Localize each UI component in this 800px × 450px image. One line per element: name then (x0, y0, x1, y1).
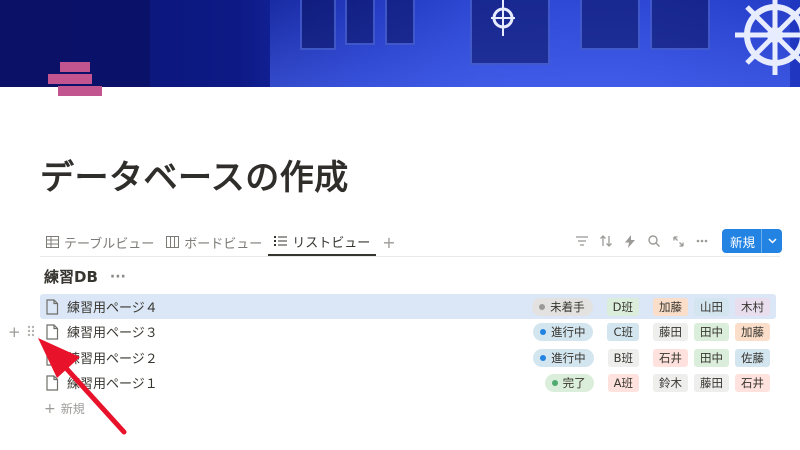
add-row-handle[interactable]: + (8, 323, 21, 341)
cover-image (0, 0, 800, 87)
member-tag[interactable]: 山田 (694, 297, 729, 316)
list-item[interactable]: 練習用ページ３ 進行中 C班 藤田 田中 加藤 (40, 319, 776, 344)
team-tag[interactable]: C班 (607, 322, 639, 341)
list-item[interactable]: 練習用ページ４ 未着手 D班 加藤 山田 木村 (40, 294, 776, 319)
member-tag[interactable]: 藤田 (653, 322, 688, 341)
member-tag[interactable]: 加藤 (735, 322, 770, 341)
helm-icon (491, 0, 515, 36)
member-tag[interactable]: 木村 (735, 297, 770, 316)
member-tag[interactable]: 鈴木 (653, 373, 688, 392)
plus-icon: + (44, 400, 56, 417)
new-row-button[interactable]: + 新規 (44, 400, 85, 417)
sort-icon[interactable] (594, 229, 618, 253)
list-item-title[interactable]: 練習用ページ２ (67, 348, 158, 367)
status-label: 未着手 (550, 299, 585, 314)
tab-board-view[interactable]: ボードビュー (160, 228, 268, 256)
status-dot (540, 354, 547, 361)
list-item[interactable]: 練習用ページ２ 進行中 B班 石井 田中 佐藤 (40, 345, 776, 370)
tab-label: テーブルビュー (64, 236, 155, 252)
database-title: 練習DB ··· (44, 266, 126, 287)
page-emoji-icon[interactable] (48, 62, 104, 108)
cover-tile (580, 0, 640, 50)
member-tag[interactable]: 石井 (735, 373, 770, 392)
automation-icon[interactable] (618, 229, 642, 253)
list-item-properties: 未着手 D班 加藤 山田 木村 (526, 294, 770, 319)
expand-icon[interactable] (666, 229, 690, 253)
list-item-properties: 進行中 B班 石井 田中 佐藤 (527, 345, 770, 370)
list-item-title[interactable]: 練習用ページ３ (67, 322, 158, 341)
member-tag[interactable]: 佐藤 (735, 348, 770, 367)
status-dot (539, 303, 546, 310)
table-icon (46, 236, 59, 248)
chevron-down-icon[interactable] (762, 229, 782, 253)
new-button: 新規 (722, 229, 783, 253)
board-icon (166, 236, 180, 248)
status-dot (539, 328, 546, 335)
list-item-properties: 進行中 C班 藤田 田中 加藤 (527, 319, 770, 344)
cover-tile (345, 0, 375, 45)
member-tag[interactable]: 石井 (653, 348, 688, 367)
status-label: 進行中 (551, 350, 586, 365)
member-tag[interactable]: 加藤 (653, 297, 688, 316)
list-item-title[interactable]: 練習用ページ１ (67, 373, 158, 392)
page-icon (46, 349, 59, 366)
team-tag[interactable]: A班 (607, 373, 639, 392)
new-row-label: 新規 (60, 402, 85, 416)
status-label: 完了 (562, 375, 586, 390)
page-icon (46, 323, 59, 340)
cover-tile (385, 0, 415, 45)
view-toolbar: 新規 (570, 229, 783, 253)
list-icon (274, 236, 288, 246)
member-tag[interactable]: 藤田 (694, 373, 729, 392)
more-icon[interactable] (690, 229, 714, 253)
tab-list-view[interactable]: リストビュー (268, 228, 377, 256)
team-tag[interactable]: B班 (607, 348, 639, 367)
page-title[interactable]: データベースの作成 (40, 150, 349, 199)
filter-icon[interactable] (570, 229, 594, 253)
list-item-properties: 完了 A班 鈴木 藤田 石井 (539, 370, 770, 395)
tab-label: ボードビュー (184, 236, 263, 252)
status-badge[interactable]: 完了 (544, 373, 594, 392)
member-tag[interactable]: 田中 (694, 348, 729, 367)
tab-table-view[interactable]: テーブルビュー (40, 228, 160, 256)
database-more-button[interactable]: ··· (110, 269, 126, 285)
status-dot (551, 379, 558, 386)
add-view-button[interactable]: + (376, 233, 401, 252)
member-tag[interactable]: 田中 (694, 322, 729, 341)
view-tabs: テーブルビュー ボードビュー リストビュー + (40, 228, 402, 256)
drag-handle-icon[interactable] (26, 324, 36, 338)
new-button-label[interactable]: 新規 (722, 229, 763, 253)
page-icon (46, 374, 59, 391)
database-title-text[interactable]: 練習DB (44, 266, 98, 287)
status-label: 進行中 (550, 324, 586, 339)
page-icon (46, 298, 59, 315)
status-badge[interactable]: 進行中 (533, 348, 594, 367)
cover-tile (650, 0, 710, 50)
divider (40, 256, 780, 257)
list-item-title[interactable]: 練習用ページ４ (67, 297, 158, 316)
search-icon[interactable] (642, 229, 666, 253)
team-tag[interactable]: D班 (606, 297, 639, 316)
status-badge[interactable]: 進行中 (532, 322, 594, 341)
status-badge[interactable]: 未着手 (532, 297, 593, 316)
tab-label: リストビュー (292, 235, 371, 251)
list-item[interactable]: 練習用ページ１ 完了 A班 鈴木 藤田 石井 (40, 370, 776, 395)
helm-icon (735, 0, 800, 75)
cover-tile (300, 0, 336, 50)
